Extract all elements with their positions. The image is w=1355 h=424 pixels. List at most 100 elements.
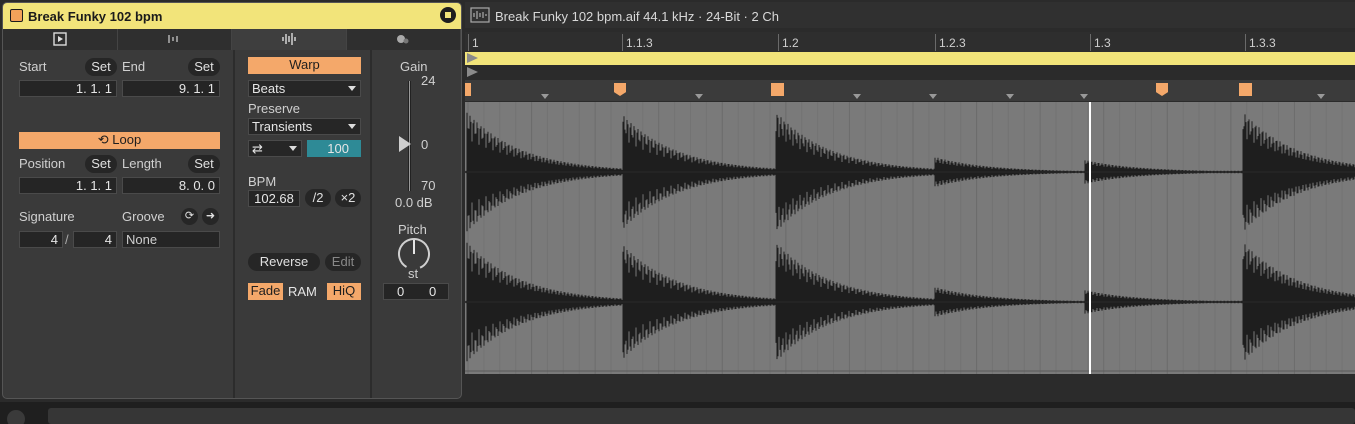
- groove-hot-swap-icon[interactable]: ⟳: [181, 208, 198, 225]
- preserve-value: Transients: [252, 119, 313, 134]
- end-field[interactable]: 9. 1. 1: [122, 80, 220, 97]
- start-set-button[interactable]: Set: [85, 58, 117, 76]
- position-label: Position: [19, 156, 66, 171]
- warp-marker[interactable]: [771, 83, 784, 96]
- warp-marker[interactable]: [614, 83, 626, 96]
- groove-label: Groove: [122, 209, 165, 224]
- preserve-dropdown[interactable]: Transients: [248, 118, 361, 135]
- pitch-label: Pitch: [398, 222, 427, 237]
- transient-marker: [1317, 94, 1325, 99]
- column-divider: [370, 50, 372, 398]
- semitone-unit-label: st: [408, 266, 419, 281]
- warp-marker-bar[interactable]: [465, 80, 1355, 101]
- ruler-label: 1.2.3: [939, 36, 966, 50]
- transient-marker: [853, 94, 861, 99]
- column-divider: [233, 50, 235, 398]
- transient-marker: [541, 94, 549, 99]
- loop-mode-dropdown[interactable]: ⇄: [248, 140, 302, 157]
- groove-dropdown[interactable]: None: [122, 231, 220, 248]
- transient-marker: [1080, 94, 1088, 99]
- gain-min-label: 70: [421, 178, 436, 193]
- waveform-display: [464, 102, 1355, 374]
- start-label: Start: [19, 59, 47, 74]
- gain-slider-handle-icon[interactable]: [399, 136, 411, 152]
- ruler-label: 1: [472, 36, 479, 50]
- sample-title: Break Funky 102 bpm.aif 44.1 kHz · 24-Bi…: [495, 9, 779, 24]
- transient-marker: [1006, 94, 1014, 99]
- transient-marker: [695, 94, 703, 99]
- ram-button[interactable]: RAM: [288, 284, 317, 299]
- transient-marker: [929, 94, 937, 99]
- transpose-field[interactable]: 0 0: [383, 283, 449, 300]
- preserve-label: Preserve: [248, 101, 301, 116]
- edit-button[interactable]: Edit: [325, 253, 361, 271]
- warp-mode-dropdown[interactable]: Beats: [248, 80, 361, 97]
- beat-time-ruler[interactable]: 1 1.1.3 1.2 1.2.3 1.3 1.3.3: [465, 32, 1355, 52]
- loop-label: Loop: [112, 132, 142, 147]
- loop-button[interactable]: ⟲ Loop: [19, 132, 220, 149]
- warp-marker[interactable]: [1239, 83, 1252, 96]
- clip-stop-icon[interactable]: [440, 7, 456, 23]
- position-set-button[interactable]: Set: [85, 155, 117, 173]
- signature-slash: /: [65, 232, 69, 247]
- detune-value: 0: [429, 284, 437, 299]
- double-tempo-button[interactable]: ×2: [335, 189, 361, 207]
- clip-view: Break Funky 102 bpm Start Set End Set 1.…: [2, 2, 462, 399]
- signature-denominator[interactable]: 4: [73, 231, 117, 248]
- loop-brace[interactable]: [465, 52, 1355, 65]
- clip-icon: [53, 32, 67, 46]
- length-label: Length: [122, 156, 162, 171]
- length-field[interactable]: 8. 0. 0: [122, 177, 220, 194]
- chevron-down-icon: [348, 124, 356, 129]
- fade-button[interactable]: Fade: [248, 283, 283, 300]
- hiq-button[interactable]: HiQ: [327, 283, 361, 300]
- tab-clip[interactable]: [3, 29, 118, 50]
- ruler-label: 1.1.3: [626, 36, 653, 50]
- signature-numerator[interactable]: 4: [19, 231, 63, 248]
- ruler-label: 1.3.3: [1249, 36, 1276, 50]
- gain-label: Gain: [400, 59, 428, 74]
- clip-color-swatch[interactable]: [10, 9, 23, 22]
- warp-marker[interactable]: [465, 83, 471, 96]
- gain-mid-label: 0: [421, 137, 429, 152]
- start-marker-icon[interactable]: [466, 52, 480, 80]
- sample-waveform[interactable]: [464, 102, 1355, 374]
- warp-marker[interactable]: [1156, 83, 1168, 96]
- gain-max-label: 24: [421, 73, 436, 88]
- envelope-icon: [397, 35, 409, 44]
- waveform-icon: [470, 7, 490, 23]
- gain-value: 0.0 dB: [395, 195, 433, 210]
- status-bar: [48, 408, 1355, 424]
- warp-mode-value: Beats: [252, 81, 286, 96]
- loop-icon: ⟲: [97, 132, 113, 147]
- loop-mode-icon: ⇄: [252, 141, 263, 156]
- end-set-button[interactable]: Set: [188, 58, 220, 76]
- ruler-label: 1.2: [782, 36, 799, 50]
- bpm-field[interactable]: 102.68: [248, 190, 300, 207]
- chevron-down-icon: [348, 86, 356, 91]
- waveform-icon: [282, 33, 296, 45]
- tab-envelopes[interactable]: [232, 29, 347, 50]
- end-label: End: [122, 59, 146, 74]
- clip-name[interactable]: Break Funky 102 bpm: [28, 9, 162, 24]
- halve-tempo-button[interactable]: /2: [305, 189, 331, 207]
- signature-label: Signature: [19, 209, 75, 224]
- clip-tabs: [3, 29, 461, 50]
- tab-audio[interactable]: [117, 29, 232, 50]
- start-field[interactable]: 1. 1. 1: [19, 80, 117, 97]
- envelope-field[interactable]: 100: [307, 140, 361, 157]
- sample-icon: [168, 35, 178, 43]
- warp-button[interactable]: Warp: [248, 57, 361, 74]
- tab-device[interactable]: [346, 29, 461, 50]
- ruler-label: 1.3: [1094, 36, 1111, 50]
- info-icon[interactable]: [7, 410, 25, 424]
- reverse-button[interactable]: Reverse: [248, 253, 320, 271]
- bpm-label: BPM: [248, 174, 277, 189]
- length-set-button[interactable]: Set: [188, 155, 220, 173]
- position-field[interactable]: 1. 1. 1: [19, 177, 117, 194]
- chevron-down-icon: [289, 146, 297, 151]
- groove-commit-icon[interactable]: ➜: [202, 208, 219, 225]
- clip-title-bar[interactable]: Break Funky 102 bpm: [3, 3, 461, 29]
- semitones-value: 0: [397, 284, 405, 299]
- sample-header: Break Funky 102 bpm.aif 44.1 kHz · 24-Bi…: [465, 2, 1355, 28]
